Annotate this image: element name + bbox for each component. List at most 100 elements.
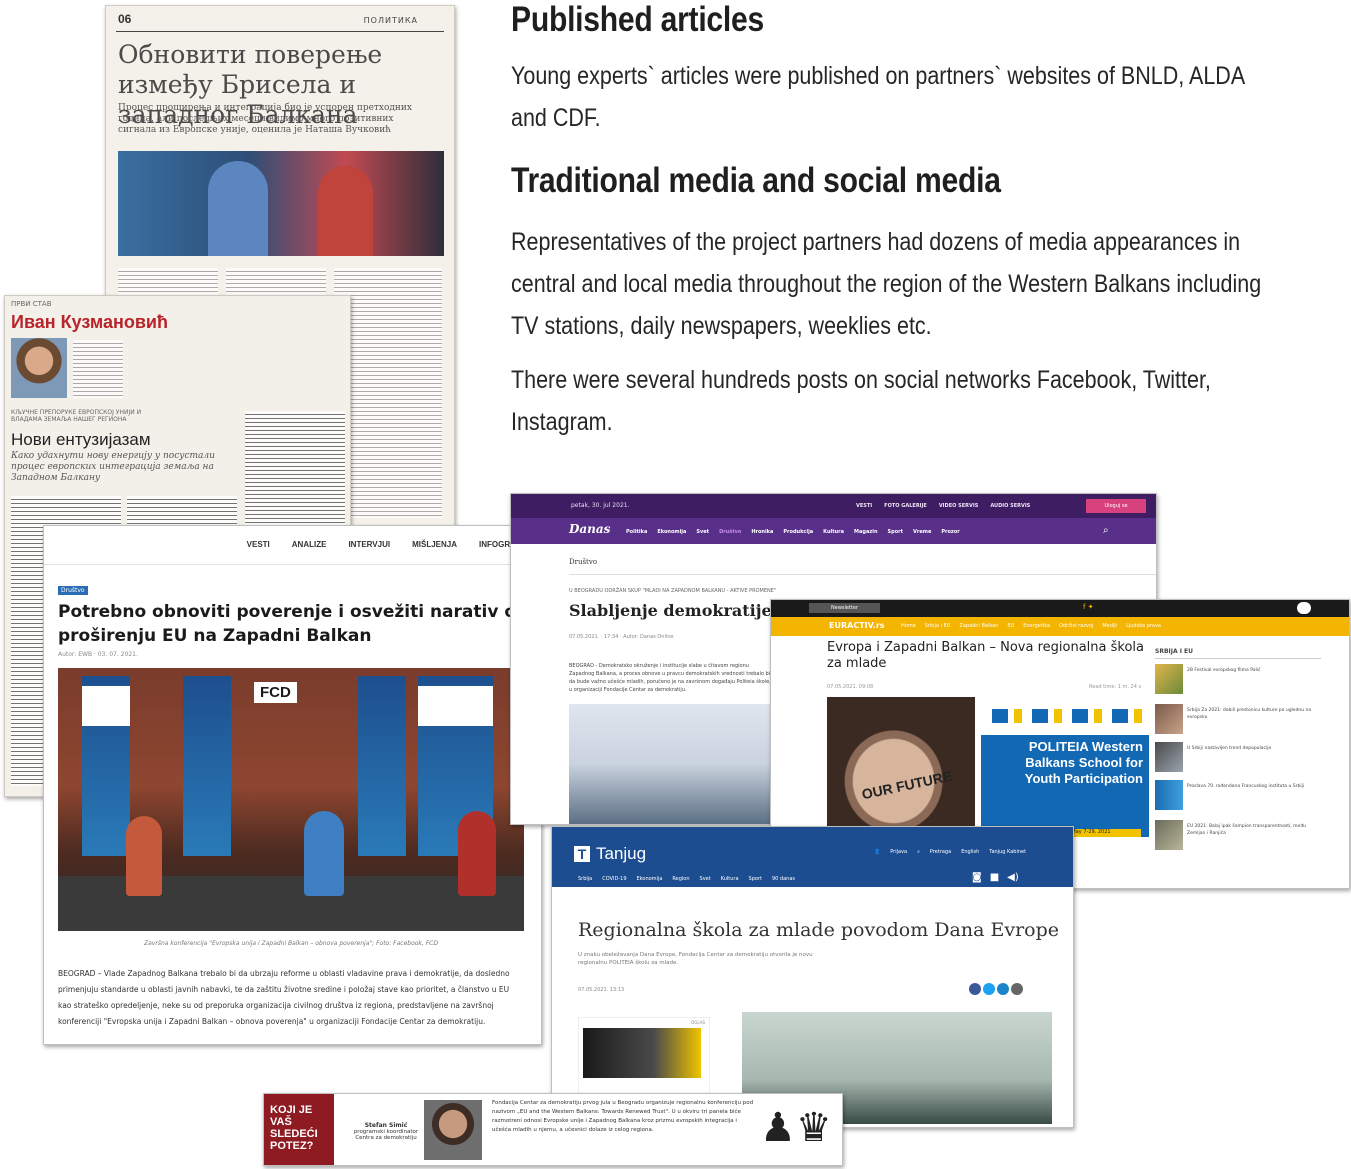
speaker-icon[interactable]: ◀) xyxy=(1007,872,1019,883)
portal-nav-item[interactable]: INTERVJUI xyxy=(348,540,390,549)
danas-topnav-item[interactable]: AUDIO SERVIS xyxy=(990,503,1030,509)
danas-date: petak, 30. jul 2021. xyxy=(571,502,630,509)
tanjug-util-item[interactable]: English xyxy=(961,849,979,855)
danas-nav-item[interactable]: Politika xyxy=(626,529,647,535)
portal-nav-item[interactable]: ANALIZE xyxy=(292,540,327,549)
social-icons[interactable]: f ✦ xyxy=(1083,603,1094,611)
search-icon[interactable] xyxy=(1297,602,1311,614)
portal-nav-item[interactable]: MIŠLJENJA xyxy=(412,540,457,549)
danas-nav-item[interactable]: Kultura xyxy=(823,529,844,535)
danas-nav-item[interactable]: Prozor xyxy=(941,529,959,535)
euractiv-nav-item[interactable]: Ljudska prava xyxy=(1126,623,1161,629)
euractiv-nav-item[interactable]: Zapadni Balkan xyxy=(959,623,998,629)
newsletter-button[interactable]: Newsletter xyxy=(809,603,881,613)
euractiv-headline: Evropa i Zapadni Balkan – Nova regionaln… xyxy=(827,640,1144,671)
euractiv-nav-item[interactable]: EU xyxy=(1007,623,1014,629)
portal-nav-item[interactable]: VESTI xyxy=(247,540,270,549)
danas-kicker: U BEOGRADU ODRŽAN SKUP "MLADI NA ZAPADNO… xyxy=(569,588,777,594)
euractiv-nav-item[interactable]: Održivi razvoj xyxy=(1059,623,1093,629)
euractiv-nav-item[interactable]: Home xyxy=(901,623,916,629)
tanjug-logo[interactable]: Tanjug xyxy=(596,844,646,864)
facebook-share-icon[interactable] xyxy=(969,983,981,995)
twitter-share-icon[interactable] xyxy=(983,983,995,995)
photo-person xyxy=(208,161,268,256)
danas-topnav-item[interactable]: VESTI xyxy=(856,503,872,509)
danas-headline: Slabljenje demokratije xyxy=(569,601,772,620)
sidebar-article[interactable]: Proslava 70. rođendana Francuskog instit… xyxy=(1155,780,1325,810)
danas-nav-item[interactable]: Sport xyxy=(888,529,903,535)
fcd-logo: FCD xyxy=(254,682,297,703)
tanjug-nav-item[interactable]: Svet xyxy=(700,876,711,882)
tanjug-util-item[interactable]: Pretraga xyxy=(930,849,951,855)
event-banner xyxy=(358,676,406,856)
sidebar-article[interactable]: U Srbiji nastavljen trend depopulacije xyxy=(1155,742,1325,772)
published-articles-text: Young experts` articles were published o… xyxy=(511,62,1244,132)
tanjug-nav-item[interactable]: Kultura xyxy=(721,876,739,882)
danas-nav-item[interactable]: Društvo xyxy=(719,529,741,535)
red-label-panel: KOJI JE VAŠ SLEDEĆI POTEZ? xyxy=(264,1094,334,1165)
tanjug-nav-item[interactable]: Sport xyxy=(749,876,762,882)
sidebar-article[interactable]: EU 2021: Balaj ipak šampion transparentn… xyxy=(1155,820,1325,850)
tanjug-nav-item[interactable]: Srbija xyxy=(578,876,592,882)
danas-section[interactable]: Društvo xyxy=(569,558,597,566)
panelist xyxy=(304,811,344,896)
interviewee-role: programski koordinator Centra za demokra… xyxy=(353,1129,419,1141)
conference-photo: FCD xyxy=(58,668,524,931)
danas-nav-item[interactable]: Produkcija xyxy=(783,529,813,535)
text-columns xyxy=(245,411,345,531)
danas-nav-item[interactable]: Hronika xyxy=(751,529,773,535)
clipping-text: Fondacija Centar za demokratiju prvog ju… xyxy=(492,1100,754,1133)
euractiv-logo[interactable]: EURACTIV.rs xyxy=(829,621,885,630)
sidebar-article[interactable]: Srbija Za 2021: dobili prestonicu kultur… xyxy=(1155,704,1325,734)
category-badge[interactable]: Društvo xyxy=(58,586,88,595)
tanjug-nav-item[interactable]: Region xyxy=(672,876,689,882)
tanjug-util-nav: 👤 Prijava ⌕ Pretraga English Tanjug Kabi… xyxy=(874,849,1026,855)
danas-logo[interactable]: Danas xyxy=(569,522,610,536)
tanjug-util-item[interactable]: Tanjug Kabinet xyxy=(989,849,1026,855)
danas-nav-item[interactable]: Ekonomija xyxy=(657,529,686,535)
politeia-poster: OUR FUTURE POLITEIA Western Balkans Scho… xyxy=(827,697,1149,837)
user-icon[interactable]: 👤 xyxy=(874,849,880,855)
danas-topnav-item[interactable]: VIDEO SERVIS xyxy=(939,503,979,509)
euractiv-nav-item[interactable]: Mediji xyxy=(1102,623,1117,629)
danas-meta: 07.05.2021. · 17:34 · Autor: Danas Onlin… xyxy=(569,634,674,640)
opinion-lead: Како удахнути нову енергију у посустали … xyxy=(11,451,215,483)
danas-photo xyxy=(569,704,774,824)
portal-byline: Autor: EWB · 03. 07. 2021. xyxy=(58,651,138,658)
tanjug-logo-mark[interactable]: T xyxy=(574,846,590,862)
author-photo xyxy=(11,338,67,398)
search-icon[interactable]: ⌕ xyxy=(917,849,920,855)
tanjug-nav-item[interactable]: COVID-19 xyxy=(602,876,626,882)
search-icon[interactable]: ⌕ xyxy=(1103,525,1109,536)
panelist xyxy=(126,816,162,896)
clipping-title: KOJI JE VAŠ SLEDEĆI POTEZ? xyxy=(270,1104,318,1152)
tanjug-util-item[interactable]: Prijava xyxy=(890,849,907,855)
portal-body: BEOGRAD – Vlade Zapadnog Balkana trebalo… xyxy=(58,969,510,1026)
euractiv-nav-item[interactable]: Energetika xyxy=(1023,623,1050,629)
opinion-author: Иван Кузмановић xyxy=(11,312,168,332)
tanjug-date: 07.05.2021. 13:13 xyxy=(578,987,625,993)
camera-icon[interactable]: ◙ xyxy=(972,872,982,883)
opinion-rubric: ПРВИ СТАВ xyxy=(11,300,52,308)
login-button[interactable]: Uloguj se xyxy=(1086,499,1146,513)
tanjug-nav-item[interactable]: 90 danas xyxy=(772,876,795,882)
sidebar-article-title: Srbija Za 2021: dobili prestonicu kultur… xyxy=(1187,708,1312,720)
video-icon[interactable]: ■ xyxy=(990,872,999,883)
tanjug-nav-item[interactable]: Ekonomija xyxy=(637,876,663,882)
event-banner xyxy=(183,676,231,856)
danas-topnav-item[interactable]: FOTO GALERIJE xyxy=(884,503,927,509)
portal-headline: Potrebno obnoviti poverenje i osvežiti n… xyxy=(58,602,517,646)
danas-nav-item[interactable]: Magazin xyxy=(854,529,878,535)
author-bio xyxy=(73,340,123,398)
email-share-icon[interactable] xyxy=(1011,983,1023,995)
hand-image: OUR FUTURE xyxy=(827,697,975,837)
danas-nav-item[interactable]: Vreme xyxy=(913,529,931,535)
euractiv-nav-item[interactable]: Srbija i EU xyxy=(925,623,951,629)
danas-nav-item[interactable]: Svet xyxy=(696,529,709,535)
sidebar-article-title: EU 2021: Balaj ipak šampion transparentn… xyxy=(1187,824,1307,836)
divider xyxy=(569,574,1156,575)
share-icon[interactable] xyxy=(997,983,1009,995)
sidebar-article[interactable]: 2B Festival evropskog filma Palić xyxy=(1155,664,1325,694)
share-buttons xyxy=(969,983,1023,995)
opinion-kicker: КЉУЧНЕ ПРЕПОРУКЕ ЕВРОПСКОЈ УНИЈИ И ВЛАДА… xyxy=(11,409,142,423)
